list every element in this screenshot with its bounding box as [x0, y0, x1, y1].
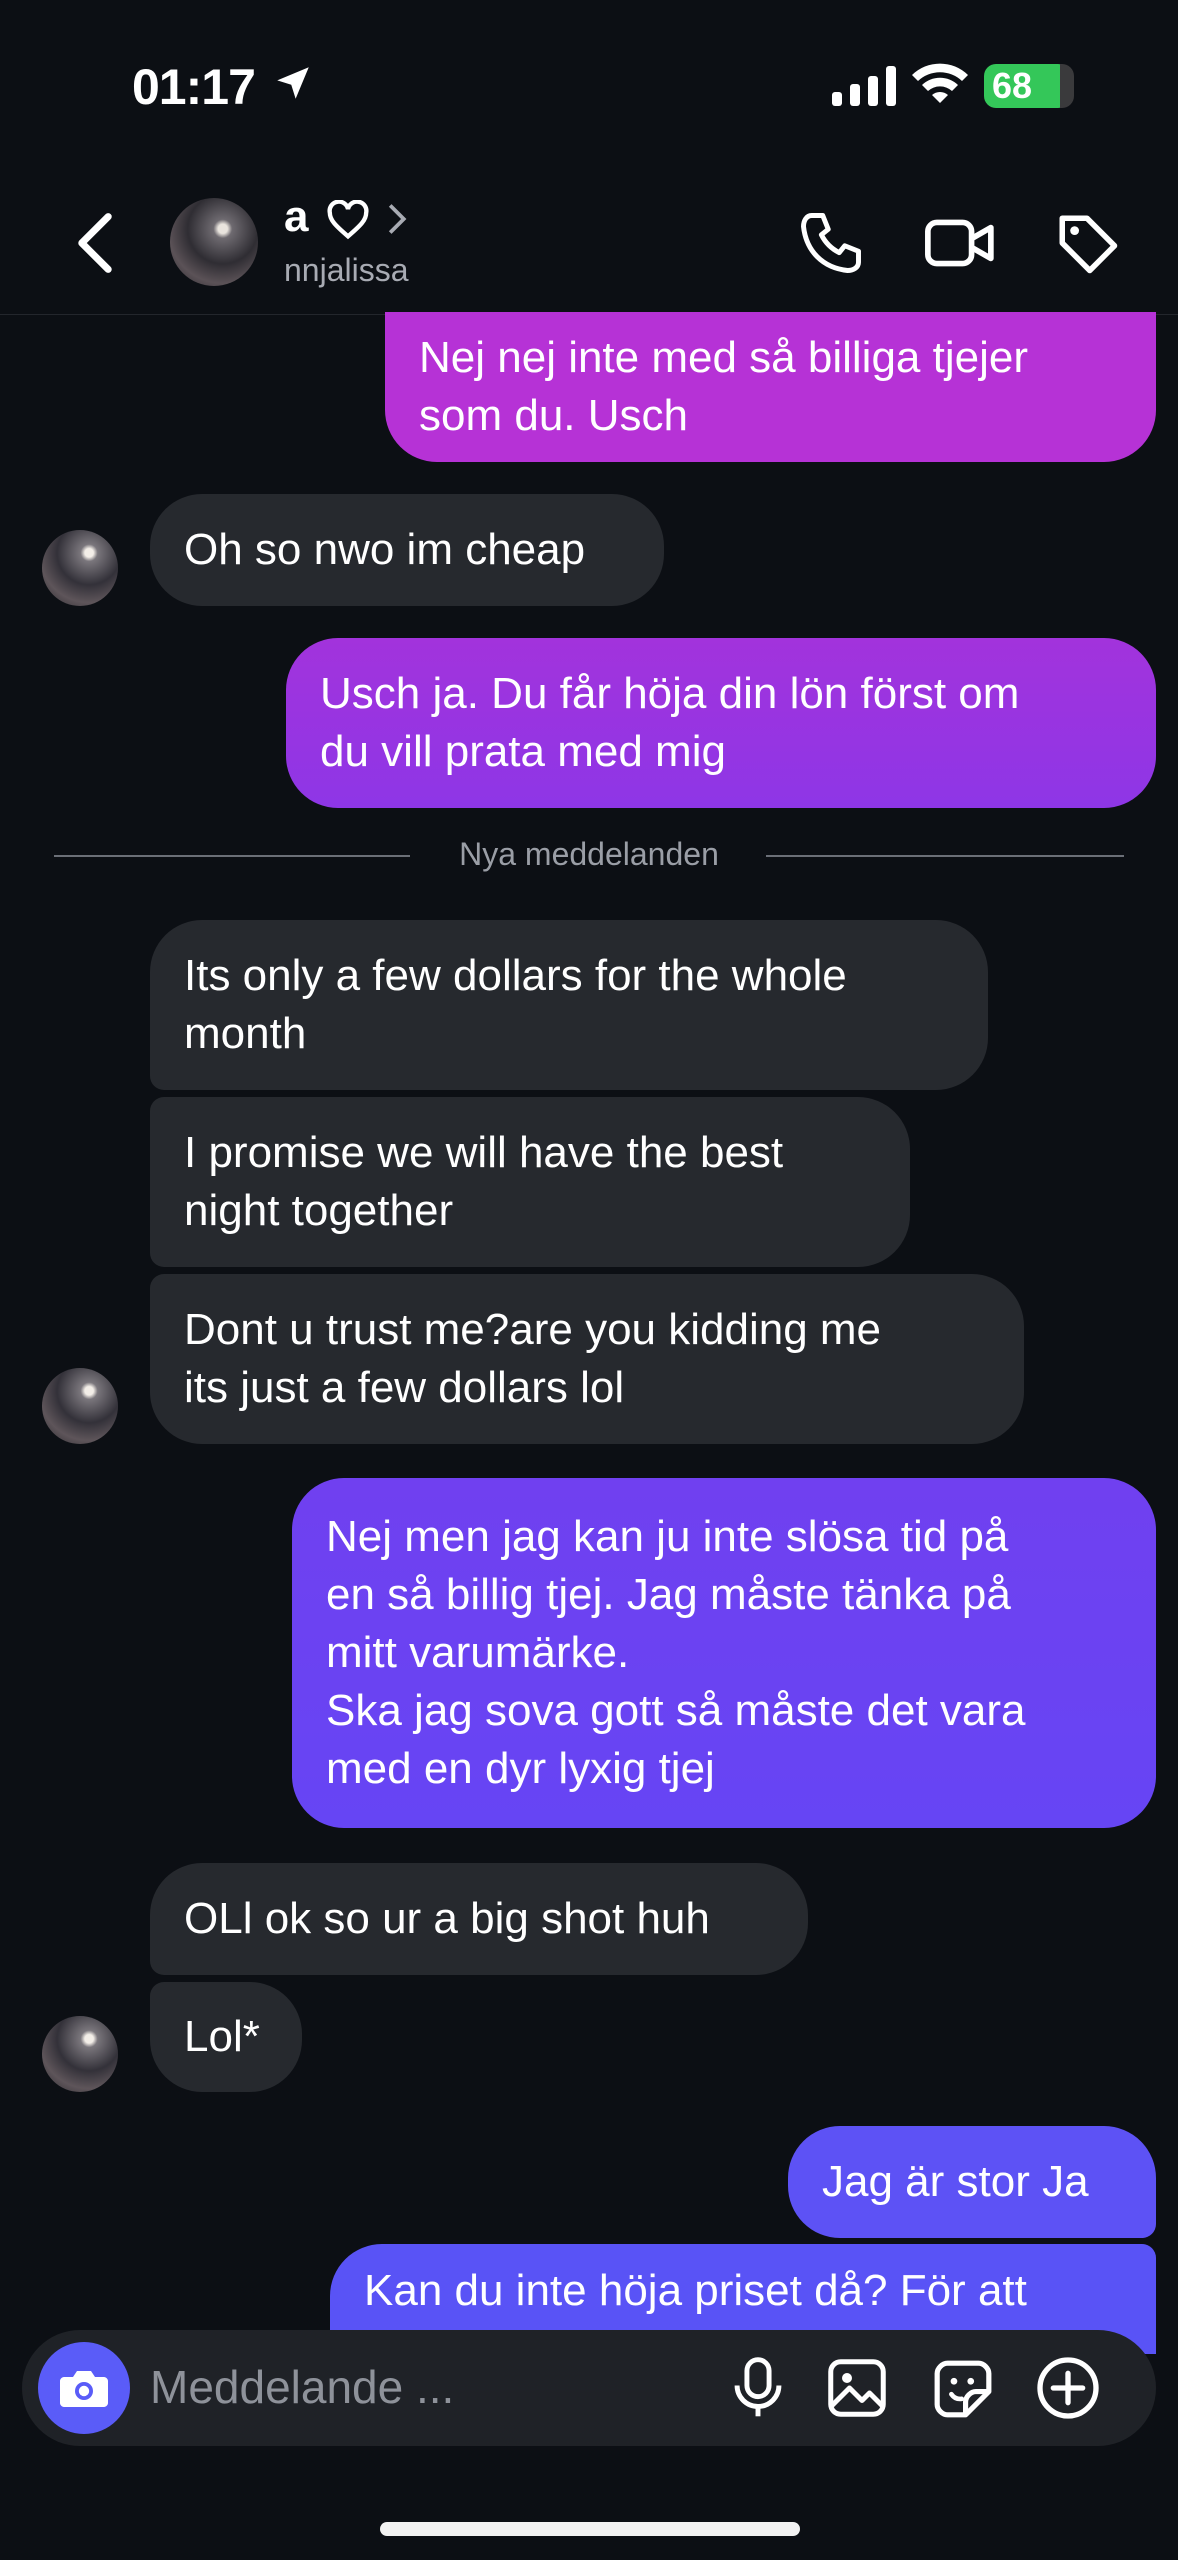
message-input[interactable]: Meddelande ...	[150, 2360, 454, 2414]
message-outgoing[interactable]: Nej nej inte med så billiga tjejer som d…	[385, 312, 1156, 462]
sender-avatar[interactable]	[42, 2016, 118, 2092]
phone-call-icon[interactable]	[798, 210, 864, 276]
sticker-icon[interactable]	[932, 2358, 994, 2420]
wifi-icon	[912, 63, 968, 103]
message-line: Ska jag sova gott så måste det vara	[326, 1686, 1026, 1735]
microphone-icon[interactable]	[728, 2356, 788, 2420]
home-indicator	[380, 2522, 800, 2536]
message-line: Nej men jag kan ju inte slösa tid på	[326, 1512, 1009, 1561]
gallery-icon[interactable]	[826, 2358, 888, 2418]
message-incoming[interactable]: Lol*	[150, 1982, 302, 2092]
message-line: Dont u trust me?are you kidding me	[184, 1305, 882, 1354]
message-line: I promise we will have the best	[184, 1128, 784, 1177]
sender-avatar[interactable]	[42, 530, 118, 606]
message-incoming[interactable]: Oh so nwo im cheap	[150, 494, 664, 606]
back-chevron-icon[interactable]	[70, 210, 120, 276]
message-line: Oh so nwo im cheap	[184, 525, 586, 574]
status-time: 01:17	[132, 59, 256, 115]
contact-avatar[interactable]	[170, 198, 258, 286]
message-line: Nej nej inte med så billiga tjejer	[419, 333, 1028, 382]
contact-name[interactable]: a	[284, 192, 308, 242]
message-line: en så billig tjej. Jag måste tänka på	[326, 1570, 1011, 1619]
message-incoming[interactable]: Its only a few dollars for the whole mon…	[150, 920, 988, 1090]
camera-icon	[60, 2371, 108, 2407]
message-line: OLl ok so ur a big shot huh	[184, 1894, 710, 1943]
message-line: du vill prata med mig	[320, 727, 726, 776]
battery-level: 68	[992, 65, 1033, 106]
tag-icon[interactable]	[1054, 210, 1120, 276]
heart-icon	[327, 200, 369, 240]
message-line: Lol*	[184, 2012, 260, 2061]
message-line: Usch ja. Du får höja din lön först om	[320, 669, 1020, 718]
message-line: month	[184, 1009, 307, 1058]
contact-username[interactable]: nnjalissa	[284, 252, 409, 289]
message-line: mitt varumärke.	[326, 1628, 630, 1677]
message-outgoing[interactable]: Usch ja. Du får höja din lön först om du…	[286, 638, 1156, 808]
message-incoming[interactable]: Dont u trust me?are you kidding me its j…	[150, 1274, 1024, 1444]
status-bar: 01:17 68	[0, 0, 1178, 170]
message-composer: Meddelande ...	[22, 2330, 1156, 2446]
sender-avatar[interactable]	[42, 1368, 118, 1444]
divider-line-right	[766, 855, 1124, 857]
location-arrow-icon	[277, 67, 309, 99]
message-line: night together	[184, 1186, 454, 1235]
message-line: med en dyr lyxig tjej	[326, 1744, 715, 1793]
plus-circle-icon[interactable]	[1036, 2356, 1100, 2420]
message-line: som du. Usch	[419, 391, 688, 440]
message-line: Jag är stor Ja	[822, 2157, 1089, 2206]
chat-header: a nnjalissa	[0, 170, 1178, 315]
message-line: Its only a few dollars for the whole	[184, 951, 847, 1000]
message-incoming[interactable]: OLl ok so ur a big shot huh	[150, 1863, 808, 1975]
chevron-right-icon[interactable]	[386, 202, 408, 236]
video-call-icon[interactable]	[924, 214, 996, 272]
cellular-signal-icon	[832, 66, 896, 106]
message-line: Kan du inte höja priset då? För att	[364, 2266, 1027, 2315]
message-outgoing[interactable]: Jag är stor Ja	[788, 2126, 1156, 2238]
camera-button[interactable]	[38, 2342, 130, 2434]
battery-tail	[1060, 64, 1074, 108]
message-outgoing[interactable]: Nej men jag kan ju inte slösa tid på en …	[292, 1478, 1156, 1828]
message-line: its just a few dollars lol	[184, 1363, 625, 1412]
message-incoming[interactable]: I promise we will have the best night to…	[150, 1097, 910, 1267]
